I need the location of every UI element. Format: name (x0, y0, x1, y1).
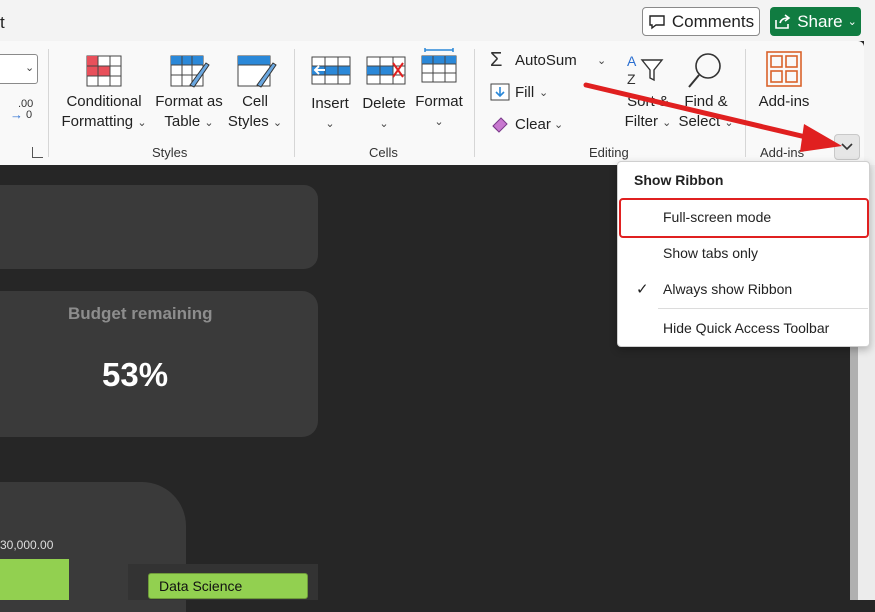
annotation-arrow-icon (583, 82, 842, 152)
